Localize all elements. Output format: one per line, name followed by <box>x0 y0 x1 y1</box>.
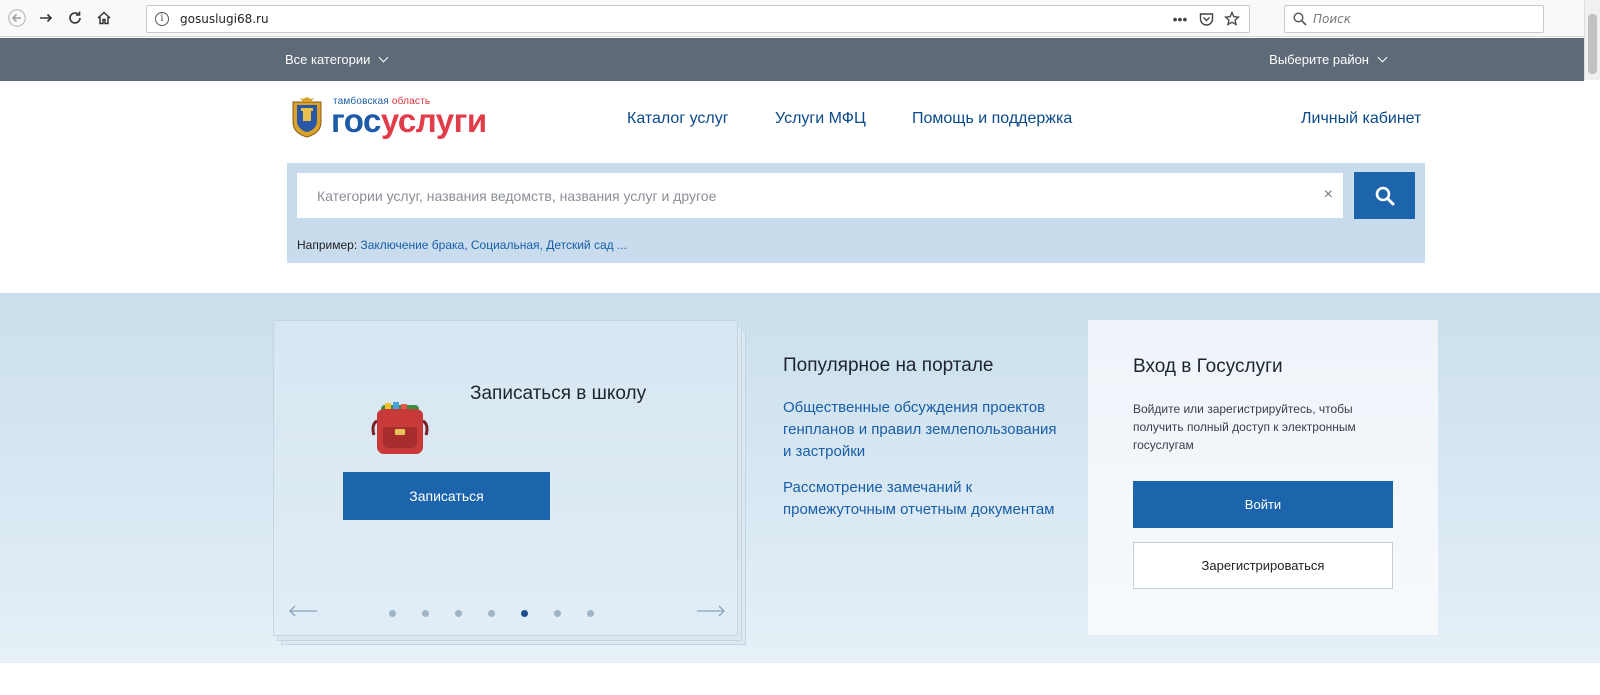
enroll-button[interactable]: Записаться <box>343 472 550 520</box>
gosuslugi-logo[interactable]: тамбовская область госуслуги <box>290 93 510 139</box>
chevron-down-icon <box>378 52 389 63</box>
slider-dot-active[interactable] <box>521 610 528 617</box>
slider-title: Записаться в школу <box>470 383 647 404</box>
popular-link[interactable]: Рассмотрение замечаний к промежуточным о… <box>783 477 1063 521</box>
personal-cabinet-link[interactable]: Личный кабинет <box>1301 110 1421 128</box>
nav-help-link[interactable]: Помощь и поддержка <box>912 110 1072 128</box>
region-dropdown[interactable]: Выберите район <box>1269 52 1388 67</box>
site-info-icon[interactable]: i <box>155 12 169 26</box>
service-slider-card: Записаться в школу Записаться <box>273 320 738 636</box>
register-button[interactable]: Зарегистрироваться <box>1133 542 1393 589</box>
clear-icon[interactable]: × <box>1324 186 1333 204</box>
home-icon[interactable] <box>93 7 115 29</box>
top-strip: Все категории Выберите район <box>0 38 1584 81</box>
login-button[interactable]: Войти <box>1133 481 1393 528</box>
search-panel: Категории услуг, названия ведомств, назв… <box>287 163 1425 263</box>
bookmark-star-icon[interactable] <box>1223 9 1241 29</box>
slider-dot[interactable] <box>455 610 462 617</box>
all-categories-label: Все категории <box>285 52 371 67</box>
slider-pagination <box>389 610 599 620</box>
scrollbar[interactable] <box>1584 0 1600 80</box>
slider-dot[interactable] <box>389 610 396 617</box>
popular-link[interactable]: Общественные обсуждения проектов генплан… <box>783 397 1063 463</box>
search-button[interactable] <box>1354 172 1415 219</box>
browser-toolbar: i gosuslugi68.ru ••• Поиск <box>0 0 1600 37</box>
url-text: gosuslugi68.ru <box>180 12 269 26</box>
logo-brand-text: госуслуги <box>331 102 487 139</box>
nav-mfc-link[interactable]: Услуги МФЦ <box>775 110 866 128</box>
login-panel: Вход в Госуслуги Войдите или зарегистрир… <box>1088 320 1438 635</box>
popular-heading: Популярное на портале <box>783 355 994 376</box>
examples-links[interactable]: Заключение брака, Социальная, Детский са… <box>361 238 627 252</box>
popular-section: Популярное на портале Общественные обсуж… <box>783 355 1063 535</box>
slider-dot[interactable] <box>554 610 561 617</box>
browser-search-placeholder: Поиск <box>1313 12 1352 26</box>
login-heading: Вход в Госуслуги <box>1133 356 1283 377</box>
all-categories-dropdown[interactable]: Все категории <box>285 52 389 67</box>
service-search-input[interactable]: Категории услуг, названия ведомств, назв… <box>297 173 1343 218</box>
address-bar[interactable]: i gosuslugi68.ru ••• <box>146 5 1250 33</box>
pocket-icon[interactable] <box>1197 9 1215 29</box>
search-placeholder: Категории услуг, названия ведомств, назв… <box>317 188 717 204</box>
school-backpack-icon <box>371 402 429 454</box>
login-description: Войдите или зарегистрируйтесь, чтобы пол… <box>1133 402 1356 452</box>
browser-search-input[interactable]: Поиск <box>1284 5 1544 33</box>
slider-next-arrow-icon[interactable] <box>696 605 726 617</box>
back-arrow-icon[interactable] <box>6 7 28 29</box>
forward-arrow-icon[interactable] <box>35 7 57 29</box>
slider-dot[interactable] <box>488 610 495 617</box>
search-examples: Например: Заключение брака, Социальная, … <box>297 238 627 252</box>
slider-dot[interactable] <box>587 610 594 617</box>
search-icon <box>1375 186 1394 205</box>
slider-prev-arrow-icon[interactable] <box>288 605 318 617</box>
tambov-emblem-icon <box>292 97 322 138</box>
chevron-down-icon <box>1377 52 1388 63</box>
examples-label: Например: <box>297 238 358 252</box>
nav-catalog-link[interactable]: Каталог услуг <box>627 110 729 128</box>
search-icon <box>1293 12 1307 26</box>
page-actions-icon[interactable]: ••• <box>1171 9 1189 29</box>
reload-icon[interactable] <box>64 7 86 29</box>
slider-dot[interactable] <box>422 610 429 617</box>
scrollbar-thumb[interactable] <box>1588 14 1597 74</box>
region-label: Выберите район <box>1269 52 1369 67</box>
